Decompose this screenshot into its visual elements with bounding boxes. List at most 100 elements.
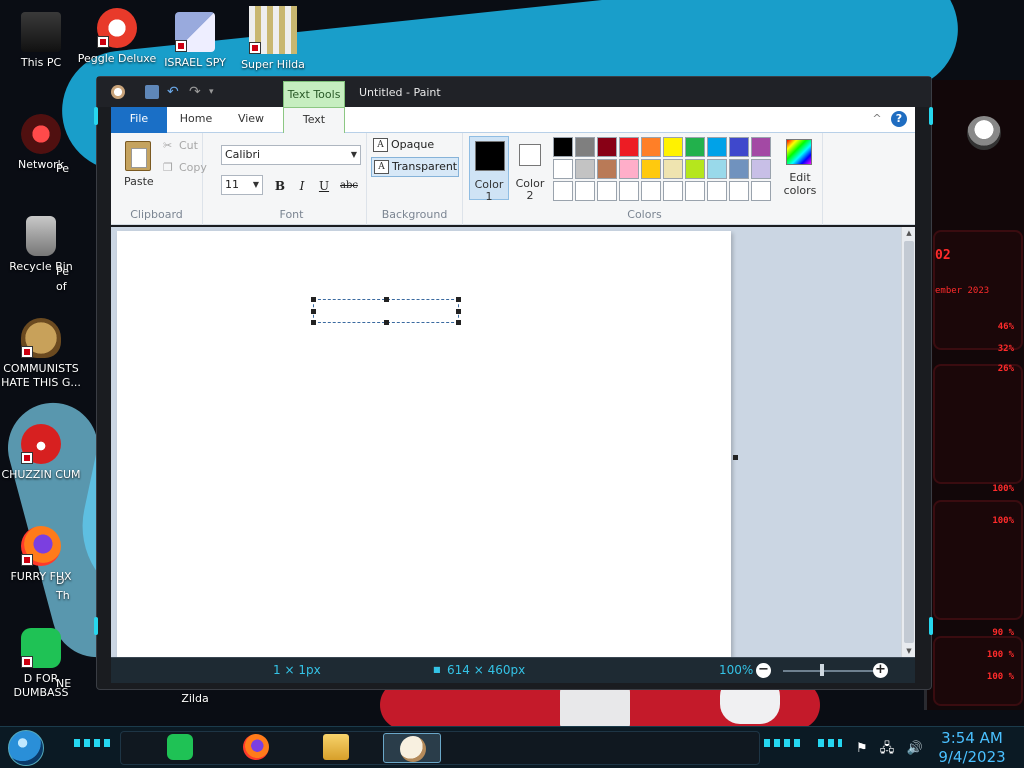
- desktop-icon-israel-spy[interactable]: ISRAEL SPY: [154, 12, 236, 70]
- palette-swatch[interactable]: [641, 137, 661, 157]
- palette-swatch[interactable]: [663, 137, 683, 157]
- transparent-option[interactable]: A Transparent: [371, 157, 459, 177]
- clipboard-icon[interactable]: [125, 141, 151, 171]
- title-bar[interactable]: ↶ ↷ ▾ Text Tools Untitled - Paint: [97, 77, 931, 107]
- font-family-select[interactable]: Calibri ▼: [221, 145, 361, 165]
- redo-icon[interactable]: ↷: [189, 85, 203, 99]
- taskbar-paint[interactable]: [383, 733, 441, 763]
- bold-button[interactable]: B: [271, 177, 289, 195]
- undo-icon[interactable]: ↶: [167, 85, 181, 99]
- palette-swatch[interactable]: [729, 159, 749, 179]
- resize-handle[interactable]: [456, 320, 461, 325]
- edit-colors-button[interactable]: Edit colors: [777, 137, 823, 197]
- italic-button[interactable]: I: [293, 177, 311, 195]
- clock[interactable]: 3:54 AM 9/4/2023: [930, 729, 1014, 767]
- palette-swatch[interactable]: [707, 137, 727, 157]
- minimize-ribbon-icon[interactable]: ^: [869, 111, 885, 127]
- help-icon[interactable]: ?: [891, 111, 907, 127]
- customize-toolbar-icon[interactable]: ▾: [209, 85, 223, 99]
- palette-swatch[interactable]: [641, 159, 661, 179]
- desktop-icon-peggle[interactable]: Peggle Deluxe: [76, 8, 158, 66]
- paint-app-icon[interactable]: [111, 85, 125, 99]
- palette-swatch[interactable]: [619, 137, 639, 157]
- palette-swatch[interactable]: [751, 137, 771, 157]
- palette-swatch[interactable]: [729, 181, 749, 201]
- gadget-stat: 90 %: [992, 628, 1014, 638]
- palette-swatch[interactable]: [685, 159, 705, 179]
- tab-home[interactable]: Home: [171, 107, 221, 133]
- peggle-icon: [97, 8, 137, 48]
- text-box[interactable]: [311, 297, 461, 325]
- volume-icon[interactable]: 🔊: [906, 741, 922, 756]
- tab-file[interactable]: File: [111, 107, 167, 133]
- tab-view[interactable]: View: [225, 107, 277, 133]
- palette-swatch[interactable]: [751, 159, 771, 179]
- paste-button[interactable]: Paste: [124, 175, 154, 188]
- vertical-scrollbar[interactable]: ▲ ▼: [901, 227, 915, 657]
- palette-swatch[interactable]: [619, 159, 639, 179]
- taskbar-file-explorer[interactable]: [313, 732, 357, 762]
- palette-swatch[interactable]: [575, 181, 595, 201]
- desktop-icon-this-pc[interactable]: This PC: [0, 12, 82, 70]
- resize-handle[interactable]: [384, 320, 389, 325]
- zoom-slider-thumb[interactable]: [820, 664, 824, 676]
- palette-swatch[interactable]: [575, 137, 595, 157]
- clock-time: 3:54 AM: [941, 729, 1003, 747]
- scroll-thumb[interactable]: [904, 241, 914, 643]
- palette-swatch[interactable]: [663, 181, 683, 201]
- palette-swatch[interactable]: [597, 181, 617, 201]
- desktop-icon-chuzzin[interactable]: CHUZZIN CUM: [0, 424, 82, 482]
- strikethrough-button[interactable]: abc: [337, 177, 361, 195]
- palette-swatch[interactable]: [729, 137, 749, 157]
- canvas-resize-handle[interactable]: [733, 455, 738, 460]
- color2-button[interactable]: Color 2: [513, 136, 547, 202]
- resize-handle[interactable]: [384, 297, 389, 302]
- resize-handle[interactable]: [311, 320, 316, 325]
- copy-button[interactable]: Copy: [179, 161, 207, 174]
- palette-swatch[interactable]: [751, 181, 771, 201]
- chuzzle-icon: [21, 424, 61, 464]
- opaque-option[interactable]: A Opaque: [371, 136, 434, 156]
- taskbar-chat-app[interactable]: [157, 732, 201, 762]
- underline-button[interactable]: U: [315, 177, 333, 195]
- desktop-icon-communists[interactable]: COMMUNISTS HATE THIS G...: [0, 318, 82, 390]
- scroll-up-icon[interactable]: ▲: [905, 229, 913, 237]
- zoom-in-button[interactable]: +: [873, 663, 888, 678]
- scroll-down-icon[interactable]: ▼: [905, 647, 913, 655]
- paint-window[interactable]: ↶ ↷ ▾ Text Tools Untitled - Paint File H…: [94, 76, 933, 690]
- palette-swatch[interactable]: [685, 181, 705, 201]
- tab-text[interactable]: Text: [283, 107, 345, 134]
- resize-handle[interactable]: [456, 309, 461, 314]
- font-size-select[interactable]: 11 ▼: [221, 175, 263, 195]
- clipboard-group: Paste ✂ Cut ❐ Copy Clipboard: [111, 133, 207, 225]
- resize-handle[interactable]: [311, 309, 316, 314]
- palette-swatch[interactable]: [619, 181, 639, 201]
- palette-swatch[interactable]: [707, 181, 727, 201]
- resize-handle[interactable]: [456, 297, 461, 302]
- palette-swatch[interactable]: [597, 137, 617, 157]
- cut-button[interactable]: Cut: [179, 139, 198, 152]
- drawing-canvas[interactable]: [117, 231, 731, 657]
- frame-accent: [929, 107, 933, 125]
- palette-swatch[interactable]: [707, 159, 727, 179]
- taskbar-firefox[interactable]: [233, 732, 277, 762]
- palette-swatch[interactable]: [685, 137, 705, 157]
- palette-swatch[interactable]: [553, 159, 573, 179]
- cursor-position: 1 × 1px: [273, 663, 321, 677]
- network-icon[interactable]: 🖧: [880, 741, 895, 756]
- start-button[interactable]: [8, 730, 44, 766]
- zoom-out-button[interactable]: −: [756, 663, 771, 678]
- palette-swatch[interactable]: [663, 159, 683, 179]
- palette-swatch[interactable]: [575, 159, 595, 179]
- palette-swatch[interactable]: [553, 137, 573, 157]
- desktop-icon-super-hilda[interactable]: Super Hilda: [232, 6, 314, 72]
- action-center-flag-icon[interactable]: ⚑: [856, 741, 868, 756]
- palette-swatch[interactable]: [553, 181, 573, 201]
- resize-handle[interactable]: [311, 297, 316, 302]
- palette-swatch[interactable]: [597, 159, 617, 179]
- zoom-slider[interactable]: [783, 670, 879, 672]
- save-icon[interactable]: [145, 85, 159, 99]
- color1-button[interactable]: Color 1: [469, 136, 509, 203]
- palette-swatch[interactable]: [641, 181, 661, 201]
- status-bar: 1 × 1px ■ 614 × 460px 100% − +: [111, 657, 915, 683]
